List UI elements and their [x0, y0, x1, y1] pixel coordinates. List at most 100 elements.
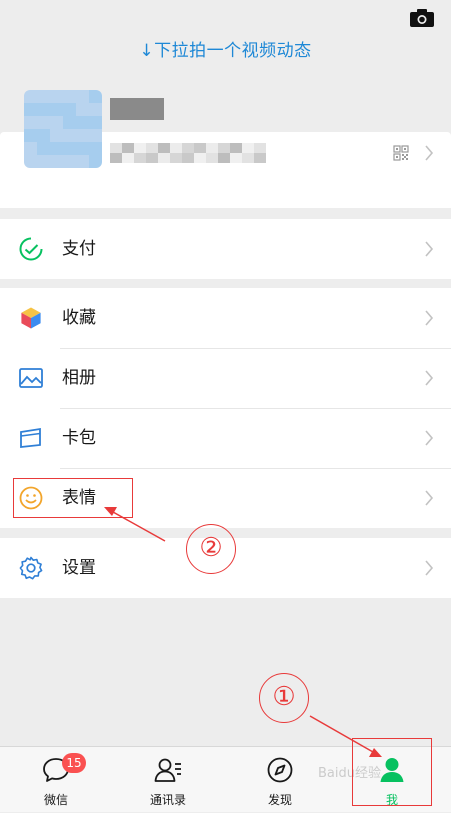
- unread-badge: 15: [62, 753, 86, 773]
- mosaic-cell: [230, 143, 242, 153]
- mosaic-cell: [142, 98, 154, 109]
- mosaic-cell: [254, 143, 266, 153]
- chevron-right-icon: [425, 560, 434, 576]
- mosaic-cell: [89, 103, 102, 116]
- nickname-blurred: [110, 98, 164, 120]
- mosaic-cell: [122, 153, 134, 163]
- mosaic-cell: [63, 103, 76, 116]
- mosaic-cell: [24, 142, 37, 155]
- mosaic-cell: [24, 116, 37, 129]
- menu-item-label: 支付: [62, 239, 96, 259]
- mosaic-cell: [194, 143, 206, 153]
- mosaic-cell: [134, 143, 146, 153]
- tab-label: 通讯录: [149, 793, 186, 807]
- chevron-right-icon: [425, 310, 434, 326]
- mosaic-cell: [194, 153, 206, 163]
- mosaic-cell: [110, 143, 122, 153]
- mosaic-cell: [24, 155, 37, 168]
- mosaic-cell: [50, 116, 63, 129]
- mosaic-cell: [182, 153, 194, 163]
- menu-group-pay: 支付: [0, 219, 451, 279]
- mosaic-cell: [206, 143, 218, 153]
- mosaic-cell: [110, 153, 122, 163]
- mosaic-cell: [37, 90, 50, 103]
- menu-item-album[interactable]: 相册: [0, 348, 451, 408]
- mosaic-cell: [37, 155, 50, 168]
- album-icon: [19, 368, 43, 388]
- menu-item-pay[interactable]: 支付: [0, 219, 451, 279]
- mosaic-cell: [254, 153, 266, 163]
- mosaic-cell: [24, 103, 37, 116]
- mosaic-cell: [89, 116, 102, 129]
- chevron-right-icon: [425, 241, 434, 257]
- mosaic-cell: [170, 153, 182, 163]
- mosaic-cell: [242, 153, 254, 163]
- mosaic-cell: [76, 142, 89, 155]
- camera-icon[interactable]: [409, 8, 435, 28]
- mosaic-cell: [63, 142, 76, 155]
- menu-item-label: 卡包: [62, 428, 96, 448]
- mosaic-cell: [63, 129, 76, 142]
- mosaic-cell: [76, 90, 89, 103]
- mosaic-cell: [63, 116, 76, 129]
- mosaic-cell: [153, 109, 164, 120]
- pull-to-shoot-hint[interactable]: ↓下拉拍一个视频动态: [0, 36, 451, 61]
- mosaic-cell: [89, 142, 102, 155]
- tab-label: 微信: [43, 793, 68, 807]
- menu-item-label: 收藏: [62, 308, 96, 328]
- tab-contacts[interactable]: 通讯录: [112, 747, 224, 813]
- compass-icon: [267, 757, 293, 783]
- mosaic-cell: [158, 143, 170, 153]
- mosaic-cell: [76, 129, 89, 142]
- mosaic-cell: [134, 153, 146, 163]
- mosaic-cell: [63, 155, 76, 168]
- menu-item-favorites[interactable]: 收藏: [0, 288, 451, 348]
- chevron-right-icon: [425, 490, 434, 506]
- mosaic-cell: [50, 103, 63, 116]
- mosaic-cell: [218, 143, 230, 153]
- mosaic-cell: [89, 155, 102, 168]
- mosaic-cell: [206, 153, 218, 163]
- wallet-icon: [19, 237, 43, 261]
- mosaic-cell: [120, 109, 132, 120]
- qr-code-icon[interactable]: [393, 145, 409, 161]
- avatar[interactable]: [24, 90, 102, 168]
- gear-icon: [19, 556, 43, 580]
- mosaic-cell: [37, 129, 50, 142]
- mosaic-cell: [110, 98, 121, 109]
- tab-chats[interactable]: 15 微信: [0, 747, 112, 813]
- chevron-right-icon: [425, 370, 434, 386]
- mosaic-cell: [110, 109, 121, 120]
- mosaic-cell: [24, 90, 37, 103]
- menu-item-cards[interactable]: 卡包: [0, 408, 451, 468]
- mosaic-cell: [146, 143, 158, 153]
- mosaic-cell: [37, 142, 50, 155]
- mosaic-cell: [37, 103, 50, 116]
- chevron-right-icon: [425, 430, 434, 446]
- annotation-step-1: ①: [259, 673, 309, 723]
- card-icon: [20, 427, 41, 448]
- mosaic-cell: [50, 155, 63, 168]
- menu-item-label: 设置: [62, 558, 96, 578]
- mosaic-cell: [37, 116, 50, 129]
- tab-label: 发现: [267, 793, 292, 807]
- mosaic-cell: [24, 129, 37, 142]
- mosaic-cell: [122, 143, 134, 153]
- mosaic-cell: [120, 98, 132, 109]
- mosaic-cell: [50, 90, 63, 103]
- mosaic-cell: [131, 109, 143, 120]
- menu-item-label: 相册: [62, 368, 96, 388]
- mosaic-cell: [89, 129, 102, 142]
- mosaic-cell: [146, 153, 158, 163]
- wechat-id-blurred: [110, 143, 266, 163]
- mosaic-cell: [230, 153, 242, 163]
- chevron-right-icon: [425, 145, 434, 161]
- annotation-box-stickers: [13, 478, 133, 518]
- mosaic-cell: [142, 109, 154, 120]
- mosaic-cell: [76, 103, 89, 116]
- mosaic-cell: [63, 90, 76, 103]
- contacts-icon: [154, 758, 181, 782]
- mosaic-cell: [50, 129, 63, 142]
- mosaic-cell: [182, 143, 194, 153]
- mosaic-cell: [153, 98, 164, 109]
